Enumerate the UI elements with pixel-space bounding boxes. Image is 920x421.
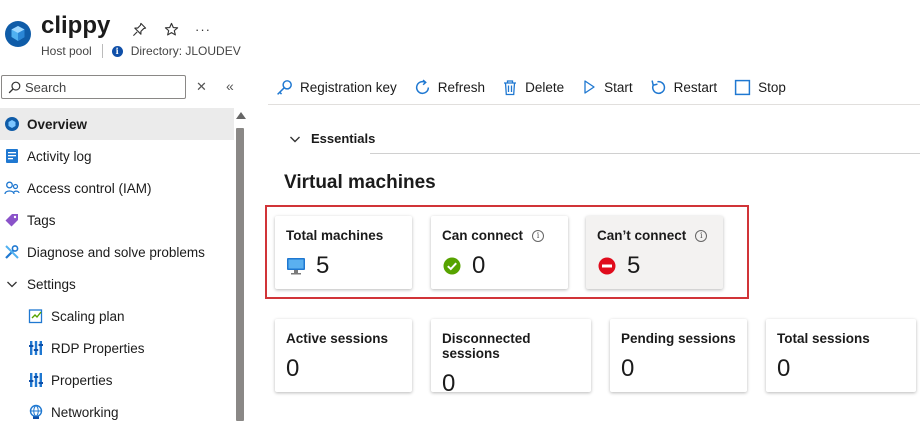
sidebar-item-rdp-properties[interactable]: RDP Properties <box>0 332 234 364</box>
virtual-machines-heading: Virtual machines <box>284 172 436 193</box>
active-sessions-card[interactable]: Active sessions 0 <box>275 319 412 392</box>
restart-button[interactable]: Restart <box>650 76 717 98</box>
sidebar-item-overview[interactable]: Overview <box>0 108 234 140</box>
info-icon[interactable]: i <box>532 229 545 242</box>
cant-connect-value: 5 <box>627 252 641 279</box>
sidebar-item-properties[interactable]: Properties <box>0 364 234 396</box>
info-icon[interactable]: i <box>695 229 708 242</box>
sidebar-item-access-control[interactable]: Access control (IAM) <box>0 172 234 204</box>
total-machines-value: 5 <box>316 252 330 279</box>
stop-icon <box>734 79 751 95</box>
total-sessions-value: 0 <box>777 355 791 382</box>
sidebar-group-settings[interactable]: Settings <box>0 268 234 300</box>
resource-type: Host pool <box>41 44 92 58</box>
tag-icon <box>3 212 20 229</box>
essentials-divider <box>370 153 920 154</box>
properties-icon <box>27 372 44 389</box>
search-input[interactable]: Search <box>1 75 186 99</box>
chevron-down-icon <box>3 276 20 293</box>
key-icon <box>277 79 292 95</box>
registration-key-button[interactable]: Registration key <box>276 76 397 98</box>
trash-icon <box>504 79 517 95</box>
collapse-sidebar-icon[interactable]: « <box>226 78 234 94</box>
stop-button[interactable]: Stop <box>734 76 786 98</box>
pending-sessions-value: 0 <box>621 355 635 382</box>
page-title: clippy <box>41 12 111 39</box>
search-icon <box>8 81 21 93</box>
sidebar-item-networking[interactable]: Networking <box>0 396 234 421</box>
pin-icon[interactable] <box>128 18 150 40</box>
chevron-down-icon <box>290 136 300 142</box>
total-sessions-card[interactable]: Total sessions 0 <box>766 319 916 392</box>
sidebar-nav: Overview Activity log Access control (IA… <box>0 108 234 421</box>
host-pool-logo-icon <box>5 21 31 47</box>
directory-label: Directory: JLOUDEV <box>130 44 241 58</box>
more-icon[interactable]: ··· <box>192 18 214 40</box>
disconnected-sessions-value: 0 <box>442 370 456 397</box>
error-blocked-icon <box>597 256 617 276</box>
overview-icon <box>3 116 20 133</box>
refresh-button[interactable]: Refresh <box>414 76 485 98</box>
active-sessions-value: 0 <box>286 355 300 382</box>
iam-icon <box>3 180 20 197</box>
clear-search-icon[interactable]: ✕ <box>196 79 207 95</box>
essentials-toggle[interactable]: Essentials <box>289 131 375 146</box>
star-icon[interactable] <box>160 18 182 40</box>
start-button[interactable]: Start <box>581 76 633 98</box>
scroll-thumb[interactable] <box>236 128 244 421</box>
refresh-icon <box>415 79 429 94</box>
toolbar-divider <box>268 104 920 105</box>
scroll-up-icon[interactable] <box>236 112 246 119</box>
search-placeholder: Search <box>25 79 67 95</box>
sidebar-item-tags[interactable]: Tags <box>0 204 234 236</box>
activity-log-icon <box>3 148 20 165</box>
monitor-icon <box>286 256 306 276</box>
success-check-icon <box>442 256 462 276</box>
info-icon: i <box>111 45 123 57</box>
restart-icon <box>651 79 665 94</box>
wrench-icon <box>3 244 20 261</box>
can-connect-card[interactable]: Can connect i 0 <box>431 216 568 289</box>
total-machines-card[interactable]: Total machines 5 <box>275 216 412 289</box>
cant-connect-card[interactable]: Can’t connect i 5 <box>586 216 723 289</box>
networking-icon <box>27 404 44 421</box>
command-bar: Registration key Refresh Delete Start Re… <box>276 76 803 98</box>
play-icon <box>584 80 595 94</box>
pending-sessions-card[interactable]: Pending sessions 0 <box>610 319 747 392</box>
sidebar-item-diagnose[interactable]: Diagnose and solve problems <box>0 236 234 268</box>
sidebar-scrollbar[interactable] <box>234 108 246 421</box>
disconnected-sessions-card[interactable]: Disconnected sessions 0 <box>431 319 591 397</box>
rdp-properties-icon <box>27 340 44 357</box>
sidebar-item-activity-log[interactable]: Activity log <box>0 140 234 172</box>
scaling-plan-icon <box>27 308 44 325</box>
delete-button[interactable]: Delete <box>502 76 564 98</box>
can-connect-value: 0 <box>472 252 486 279</box>
sidebar-item-scaling-plan[interactable]: Scaling plan <box>0 300 234 332</box>
